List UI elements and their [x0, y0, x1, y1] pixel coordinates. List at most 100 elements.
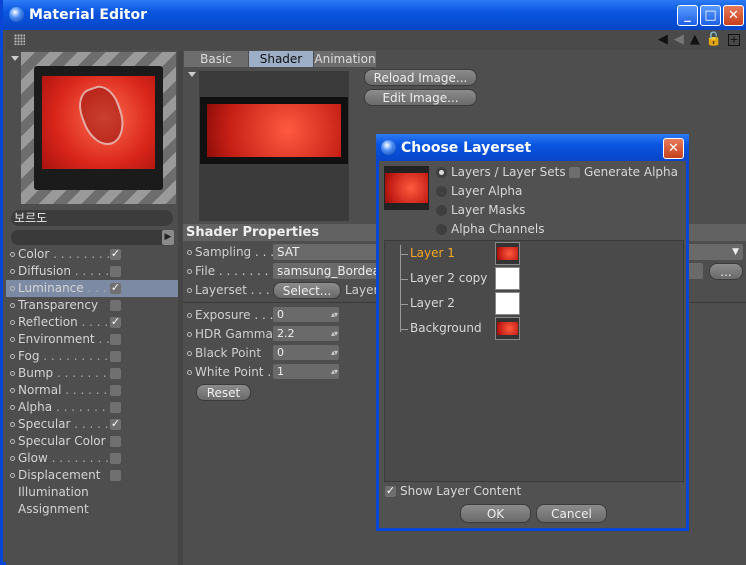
show-layer-content-checkbox[interactable]: ✓ Show Layer Content — [385, 482, 521, 501]
channel-dots: . . — [94, 332, 110, 346]
select-layerset-button[interactable]: Select... — [273, 282, 341, 299]
material-preview[interactable] — [21, 52, 176, 204]
lock-icon[interactable]: 🔓 — [706, 32, 722, 47]
channel-checkbox[interactable] — [110, 436, 121, 447]
channel-item[interactable]: Specular Color — [6, 433, 178, 450]
layer-name: Layer 2 copy — [410, 271, 488, 285]
generate-alpha-checkbox[interactable]: Generate Alpha — [569, 163, 678, 182]
left-panel: 보르도 ▶ Color . . . . . . . . ✓ Diffusion . … — [6, 50, 178, 565]
menu-triangle-icon[interactable] — [11, 56, 19, 61]
channel-checkbox[interactable] — [110, 453, 121, 464]
channel-extra-item[interactable]: Illumination — [6, 484, 178, 501]
sampling-row: Sampling . . . — [187, 244, 274, 261]
channel-item[interactable]: Reflection . . . . ✓ — [6, 314, 178, 331]
channel-checkbox[interactable] — [110, 470, 121, 481]
bullet-icon — [10, 354, 15, 359]
edit-image-button[interactable]: Edit Image... — [364, 89, 477, 106]
channel-item[interactable]: Bump . . . . . . . . — [6, 365, 178, 382]
channel-item[interactable]: Specular . . . . . ✓ — [6, 416, 178, 433]
tab-animation[interactable]: Animation — [314, 51, 376, 67]
channel-checkbox[interactable]: ✓ — [110, 418, 121, 430]
layerset-row: Layerset . . . — [187, 282, 270, 299]
bullet-icon — [10, 422, 15, 427]
monitor-preview-image — [34, 66, 163, 190]
layerset-value: Layer — [345, 283, 379, 297]
material-name-field[interactable]: 보르도 — [11, 210, 173, 226]
channel-dots: . . . . . . . . — [49, 247, 111, 261]
channel-item[interactable]: Environment . . — [6, 331, 178, 348]
property-spinner[interactable]: 1 — [273, 364, 339, 379]
property-spinner[interactable]: 2.2 — [273, 326, 339, 341]
radio-layer-masks[interactable]: Layer Masks — [434, 201, 525, 220]
close-button[interactable]: ✕ — [723, 5, 744, 26]
dialog-close-button[interactable]: ✕ — [663, 138, 684, 159]
minimize-button[interactable]: _ — [677, 5, 698, 26]
scroll-right-icon[interactable]: ▶ — [162, 230, 174, 245]
tab-shader[interactable]: Shader — [249, 51, 313, 67]
tree-line — [400, 245, 401, 332]
reset-button[interactable]: Reset — [196, 384, 251, 401]
forward-arrow-icon[interactable]: ◀ — [674, 32, 684, 47]
ok-button[interactable]: OK — [460, 504, 531, 523]
channel-dots: . . . . . . . — [61, 383, 115, 397]
property-spinner[interactable]: 0 — [273, 345, 339, 360]
channel-item[interactable]: Fog . . . . . . . . . . — [6, 348, 178, 365]
preview-scrollbar[interactable]: ▶ — [11, 230, 174, 245]
reload-image-button[interactable]: Reload Image... — [364, 69, 477, 86]
app-icon — [9, 7, 24, 22]
channel-item[interactable]: Glow . . . . . . . . . — [6, 450, 178, 467]
radio-layer-alpha[interactable]: Layer Alpha — [434, 182, 522, 201]
channel-item[interactable]: Normal . . . . . . . — [6, 382, 178, 399]
property-label: Exposure . . . . — [187, 307, 281, 324]
channel-checkbox[interactable] — [110, 351, 121, 362]
maximize-button[interactable]: □ — [700, 5, 721, 26]
channel-checkbox[interactable] — [110, 402, 121, 413]
grip-icon[interactable] — [14, 34, 25, 45]
tab-basic[interactable]: Basic — [184, 51, 248, 67]
channel-label: Specular Color — [18, 434, 106, 448]
bullet-icon — [10, 388, 15, 393]
property-spinner[interactable]: 0 — [273, 307, 339, 322]
radio-layers-layer-sets[interactable]: Layers / Layer Sets — [434, 163, 566, 182]
bullet-icon — [10, 269, 15, 274]
expand-icon[interactable]: + — [728, 33, 740, 46]
up-arrow-icon[interactable]: ▲ — [690, 32, 700, 47]
cancel-button[interactable]: Cancel — [536, 504, 607, 523]
browse-file-button[interactable]: ... — [709, 263, 743, 280]
channel-label: Transparency — [18, 298, 99, 312]
channel-label: Alpha — [18, 400, 53, 414]
channel-item[interactable]: Alpha . . . . . . . . — [6, 399, 178, 416]
back-arrow-icon[interactable]: ◀ — [658, 32, 668, 47]
channel-checkbox[interactable] — [110, 266, 121, 277]
channel-checkbox[interactable] — [110, 334, 121, 345]
channel-checkbox[interactable] — [110, 368, 121, 379]
radio-alpha-channels[interactable]: Alpha Channels — [434, 220, 544, 239]
window-title: Material Editor — [29, 7, 147, 23]
layerset-thumbnail — [384, 166, 429, 210]
file-row: File . . . . . . . . — [187, 263, 276, 280]
bullet-icon — [10, 473, 15, 478]
channel-label: Bump — [18, 366, 54, 380]
channel-item[interactable]: Luminance . . . ✓ — [6, 280, 178, 297]
channel-checkbox[interactable]: ✓ — [110, 316, 121, 328]
channel-item[interactable]: Color . . . . . . . . ✓ — [6, 246, 178, 263]
dialog-app-icon — [381, 140, 396, 155]
channel-checkbox[interactable]: ✓ — [110, 282, 121, 294]
bullet-icon — [10, 286, 15, 291]
channel-dots: . . . — [83, 281, 107, 295]
shader-menu-triangle-icon[interactable] — [188, 72, 196, 77]
layer-name: Layer 1 — [410, 246, 455, 260]
channel-checkbox[interactable] — [110, 300, 121, 311]
choose-layerset-dialog: Choose Layerset ✕ Layers / Layer Sets La… — [376, 134, 689, 531]
property-label: White Point . — [187, 364, 271, 381]
channel-checkbox[interactable] — [110, 385, 121, 396]
channel-item[interactable]: Transparency — [6, 297, 178, 314]
channel-checkbox[interactable]: ✓ — [110, 248, 121, 260]
channel-item[interactable]: Displacement — [6, 467, 178, 484]
channel-item[interactable]: Diffusion . . . . . . — [6, 263, 178, 280]
channel-extra-item[interactable]: Assignment — [6, 501, 178, 518]
channel-list: Color . . . . . . . . ✓ Diffusion . . . . … — [6, 246, 178, 518]
channel-dots: . . . . . . . . . . — [39, 349, 116, 363]
bullet-icon — [10, 456, 15, 461]
channel-label: Luminance — [18, 281, 84, 295]
